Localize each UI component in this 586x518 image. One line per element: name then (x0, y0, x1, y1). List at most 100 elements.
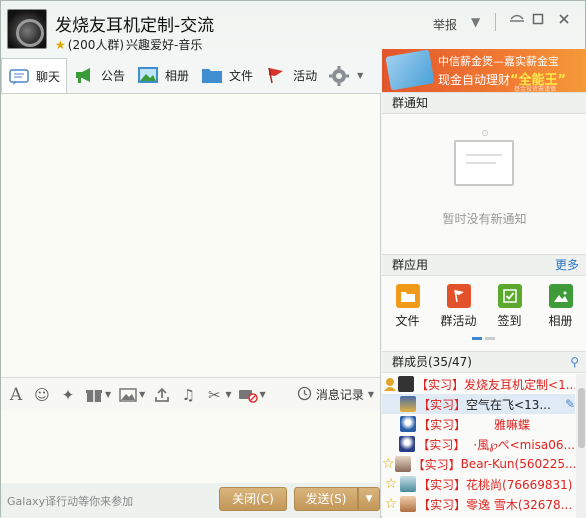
folder-icon (201, 66, 223, 84)
tab-album[interactable]: 相册 (131, 59, 195, 91)
app-album[interactable]: 相册 (535, 284, 586, 334)
avatar (394, 456, 411, 472)
edit-icon[interactable]: ✎ (565, 397, 575, 411)
member-name: 发烧友耳机定制<1... (464, 377, 575, 392)
caret-down-icon[interactable]: ▼ (139, 390, 145, 399)
settings-button[interactable]: ▼ (323, 59, 369, 91)
message-area[interactable] (1, 93, 381, 377)
message-history-button[interactable]: 消息记录 ▼ (297, 386, 374, 404)
chat-icon (8, 68, 30, 86)
ad-fine-print: 基金投资需谨慎 (514, 86, 557, 92)
app-files[interactable]: 文件 (382, 284, 433, 334)
emoji-icon[interactable]: ☺ (31, 384, 53, 406)
members-header: 群成员(35/47) ⚲ (382, 351, 586, 373)
member-row[interactable]: ☆ 【实习】 Bear-Kun(560225... (382, 454, 575, 474)
close-icon[interactable] (554, 11, 574, 31)
member-row[interactable]: ☆ 【实习】 花桃尚(76669831) (382, 474, 575, 494)
folder-icon (395, 284, 420, 308)
block-icon[interactable] (237, 384, 259, 406)
avatar (400, 396, 416, 412)
more-apps-link[interactable]: 更多 (555, 255, 579, 275)
ad-line1: 中信薪金煲—嘉实薪金宝 (438, 55, 559, 68)
member-name: 零逸 雪木(32678... (466, 497, 573, 512)
caret-down-icon[interactable]: ▼ (471, 15, 480, 29)
magic-wand-icon[interactable]: ✦ (57, 384, 79, 406)
font-icon[interactable]: A (5, 384, 27, 406)
skin-icon[interactable] (507, 11, 527, 31)
flag-icon (446, 284, 471, 308)
member-tag: 【实习】 (416, 377, 465, 392)
tab-label: 聊天 (36, 70, 61, 84)
close-button[interactable]: 关闭(C) (219, 487, 287, 511)
clock-icon (297, 386, 312, 404)
member-row[interactable]: 【实习】 雅嘛蝶 (382, 414, 575, 434)
member-row[interactable]: 【实习】 ·風℘ぺ<misa06... (382, 434, 575, 454)
member-tag: 【实习】 (418, 417, 467, 432)
divider (495, 13, 496, 31)
app-checkin[interactable]: 签到 (484, 284, 535, 334)
star-icon: ★ (55, 37, 66, 52)
member-count: (200人群) (67, 38, 125, 52)
pager-dot[interactable] (472, 337, 482, 340)
member-list: 【实习】 发烧友耳机定制<1... 【实习】 空气在飞<13... ✎ 【实习】… (382, 374, 575, 514)
member-row[interactable]: 【实习】 发烧友耳机定制<1... (382, 374, 575, 394)
owner-icon (382, 375, 398, 393)
caret-down-icon[interactable]: ▼ (259, 390, 265, 399)
upload-icon[interactable] (151, 384, 173, 406)
tab-label: 活动 (293, 68, 318, 83)
search-icon[interactable]: ⚲ (570, 352, 579, 372)
star-icon: ☆ (384, 496, 398, 512)
scrollbar-thumb[interactable] (578, 388, 585, 448)
group-tags[interactable]: 兴趣爱好-音乐 (126, 36, 202, 53)
apps-header: 群应用 更多 (382, 254, 586, 276)
scissors-icon[interactable]: ✂ (203, 384, 225, 406)
app-label: 相册 (548, 314, 573, 328)
gear-icon (329, 66, 351, 86)
avatar (400, 416, 416, 432)
ad-banner[interactable]: 中信薪金煲—嘉实薪金宝 现金自动理财“全能王” 基金投资需谨慎 (382, 49, 586, 92)
send-button[interactable]: 发送(S) (294, 487, 358, 511)
report-button[interactable]: 举报 (433, 16, 457, 33)
card-image-icon (385, 49, 435, 91)
star-icon: ☆ (384, 476, 398, 492)
gift-icon[interactable] (83, 384, 105, 406)
avatar (400, 496, 416, 512)
image-icon[interactable] (117, 384, 139, 406)
flag-icon (265, 66, 287, 84)
member-name: ·風℘ぺ<misa06... (473, 437, 575, 452)
group-name[interactable]: 发烧友耳机定制-交流 (55, 11, 214, 36)
member-row[interactable]: ☆ 【实习】 零逸 雪木(32678... (382, 494, 575, 514)
member-name: Bear-Kun(560225... (460, 457, 575, 471)
send-options-caret-icon[interactable]: ▼ (358, 487, 380, 511)
pager-dot[interactable] (485, 337, 495, 340)
tab-announcement[interactable]: 公告 (67, 59, 131, 91)
apps-title: 群应用 (392, 258, 429, 272)
photo-icon (548, 284, 573, 308)
megaphone-icon (73, 66, 95, 84)
tab-activity[interactable]: 活动 (259, 59, 323, 91)
avatar (399, 436, 416, 452)
member-tag: 【实习】 (417, 437, 466, 452)
member-tag: 【实习】 (412, 457, 461, 472)
promo-hint-link[interactable]: Galaxy译行动等你来参加 (7, 493, 133, 509)
caret-down-icon[interactable]: ▼ (105, 390, 111, 399)
tab-files[interactable]: 文件 (195, 59, 259, 91)
photo-icon (137, 66, 159, 84)
message-input[interactable] (1, 411, 381, 483)
member-list-scrollbar[interactable] (576, 374, 586, 518)
tab-chat[interactable]: 聊天 (1, 58, 68, 94)
maximize-icon[interactable] (528, 11, 548, 31)
avatar (398, 376, 414, 392)
member-tag: 【实习】 (418, 497, 467, 512)
bottom-bar: Galaxy译行动等你来参加 关闭(C) 发送(S) ▼ (1, 483, 381, 518)
member-row[interactable]: 【实习】 空气在飞<13... ✎ (382, 394, 575, 414)
right-panel: 群通知 暂时没有新通知 群应用 更多 文件 群活动 签到 相册 群成员(35/4… (382, 92, 586, 518)
caret-down-icon[interactable]: ▼ (225, 390, 231, 399)
app-label: 群活动 (440, 314, 477, 328)
music-icon[interactable]: ♫ (177, 384, 199, 406)
app-group-activity[interactable]: 群活动 (433, 284, 484, 334)
group-avatar[interactable] (7, 9, 47, 49)
group-chat-window: 发烧友耳机定制-交流 ★ (200人群) 兴趣爱好-音乐 举报 ▼ 聊天 公告 … (0, 0, 586, 518)
